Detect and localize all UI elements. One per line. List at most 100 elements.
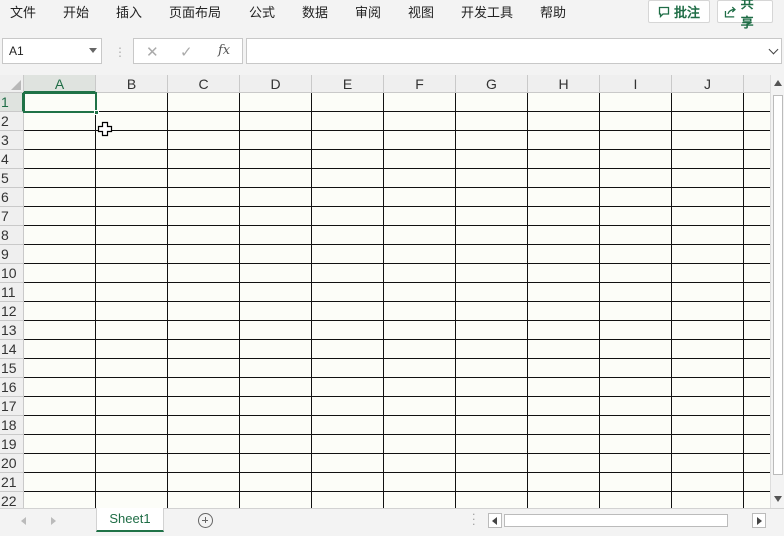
row-gridline [24, 282, 770, 283]
row-header-15[interactable]: 15 [0, 359, 24, 378]
horizontal-scroll-thumb[interactable] [504, 514, 728, 527]
splitter-handle-icon[interactable]: · · · [472, 509, 476, 530]
menu-data[interactable]: 数据 [302, 2, 328, 21]
row-header-13[interactable]: 13 [0, 321, 24, 340]
column-header-partial[interactable] [744, 75, 770, 93]
fill-handle[interactable] [94, 110, 99, 115]
column-header-i[interactable]: I [600, 75, 672, 93]
column-gridline [311, 93, 312, 508]
column-header-a[interactable]: A [24, 75, 96, 93]
menu-help[interactable]: 帮助 [540, 2, 566, 21]
drag-handle-icon[interactable]: ⋮ [114, 45, 126, 59]
comment-icon [658, 6, 670, 18]
menu-formulas[interactable]: 公式 [249, 2, 275, 21]
row-gridline [24, 130, 770, 131]
column-header-j[interactable]: J [672, 75, 744, 93]
row-gridline [24, 320, 770, 321]
name-box-value: A1 [9, 44, 24, 58]
column-gridline [599, 93, 600, 508]
scroll-down-icon[interactable] [774, 496, 782, 502]
row-header-9[interactable]: 9 [0, 245, 24, 264]
row-gridline [24, 377, 770, 378]
scroll-left-icon[interactable] [488, 513, 502, 528]
row-gridline [24, 358, 770, 359]
row-gridline [24, 187, 770, 188]
row-gridline [24, 472, 770, 473]
share-button[interactable]: 共享 [717, 0, 773, 31]
row-header-1[interactable]: 1 [0, 93, 24, 112]
formula-row: A1 ⋮ ✕ ✓ fx [0, 36, 784, 66]
name-box[interactable]: A1 [2, 38, 102, 64]
sheet-grid[interactable]: ABCDEFGHIJ 1 2 3 4 5 6 7 8 9 10 11 12 13 14 15 16 17 18 19… [0, 75, 770, 508]
share-icon [724, 6, 736, 18]
row-gridline [24, 415, 770, 416]
column-header-f[interactable]: F [384, 75, 456, 93]
active-cell-selection[interactable] [23, 92, 97, 113]
row-header-20[interactable]: 20 [0, 454, 24, 473]
column-header-h[interactable]: H [528, 75, 600, 93]
row-header-18[interactable]: 18 [0, 416, 24, 435]
column-header-g[interactable]: G [456, 75, 528, 93]
row-gridline [24, 244, 770, 245]
menu-developer[interactable]: 开发工具 [461, 2, 513, 21]
scroll-right-icon[interactable] [752, 513, 766, 528]
row-gridline [24, 263, 770, 264]
column-gridline [671, 93, 672, 508]
scroll-up-icon[interactable] [774, 80, 782, 86]
row-header-2[interactable]: 2 [0, 112, 24, 131]
row-header-8[interactable]: 8 [0, 226, 24, 245]
menu-review[interactable]: 审阅 [355, 2, 381, 21]
row-gridline [24, 111, 770, 112]
row-gridline [24, 149, 770, 150]
menu-view[interactable]: 视图 [408, 2, 434, 21]
row-header-4[interactable]: 4 [0, 150, 24, 169]
prev-sheet-icon[interactable] [21, 517, 26, 525]
chevron-down-icon[interactable] [89, 48, 97, 53]
row-header-21[interactable]: 21 [0, 473, 24, 492]
next-sheet-icon[interactable] [51, 517, 56, 525]
comment-button[interactable]: 批注 [648, 0, 710, 23]
menu-insert[interactable]: 插入 [116, 2, 142, 21]
formula-input[interactable] [246, 38, 782, 64]
row-header-7[interactable]: 7 [0, 207, 24, 226]
row-header-11[interactable]: 11 [0, 283, 24, 302]
row-header-14[interactable]: 14 [0, 340, 24, 359]
cancel-icon[interactable]: ✕ [146, 43, 159, 61]
select-all-corner[interactable] [0, 75, 24, 93]
column-header-c[interactable]: C [168, 75, 240, 93]
row-gridline [24, 168, 770, 169]
column-header-b[interactable]: B [96, 75, 168, 93]
horizontal-scrollbar[interactable] [488, 513, 770, 528]
row-header-17[interactable]: 17 [0, 397, 24, 416]
row-header-12[interactable]: 12 [0, 302, 24, 321]
column-gridline [383, 93, 384, 508]
menu-home[interactable]: 开始 [63, 2, 89, 21]
row-gridline [24, 206, 770, 207]
row-header-16[interactable]: 16 [0, 378, 24, 397]
chevron-down-icon[interactable] [768, 44, 779, 55]
column-gridline [527, 93, 528, 508]
fx-icon[interactable]: fx [218, 43, 230, 58]
menu-file[interactable]: 文件 [10, 2, 36, 21]
row-gridline [24, 396, 770, 397]
column-gridline [743, 93, 744, 508]
row-header-19[interactable]: 19 [0, 435, 24, 454]
formula-buttons: ✕ ✓ fx [133, 38, 243, 64]
row-header-10[interactable]: 10 [0, 264, 24, 283]
add-sheet-icon[interactable] [198, 513, 213, 528]
comment-label: 批注 [673, 6, 700, 21]
check-icon[interactable]: ✓ [180, 43, 193, 61]
column-gridline [95, 93, 96, 508]
sheet-tab-bar: Sheet1 · · · [0, 508, 784, 536]
row-header-5[interactable]: 5 [0, 169, 24, 188]
column-header-d[interactable]: D [240, 75, 312, 93]
vertical-scroll-thumb[interactable] [773, 95, 783, 475]
column-header-e[interactable]: E [312, 75, 384, 93]
row-header-3[interactable]: 3 [0, 131, 24, 150]
menu-page-layout[interactable]: 页面布局 [169, 2, 221, 21]
row-header-6[interactable]: 6 [0, 188, 24, 207]
vertical-scrollbar[interactable] [770, 75, 784, 508]
row-header-22[interactable]: 22 [0, 492, 24, 508]
sheet-tab-sheet1[interactable]: Sheet1 [96, 508, 164, 532]
spreadsheet-app: 文件 开始 插入 页面布局 公式 数据 审阅 视图 开发工具 帮助 批注 共享 … [0, 0, 784, 536]
